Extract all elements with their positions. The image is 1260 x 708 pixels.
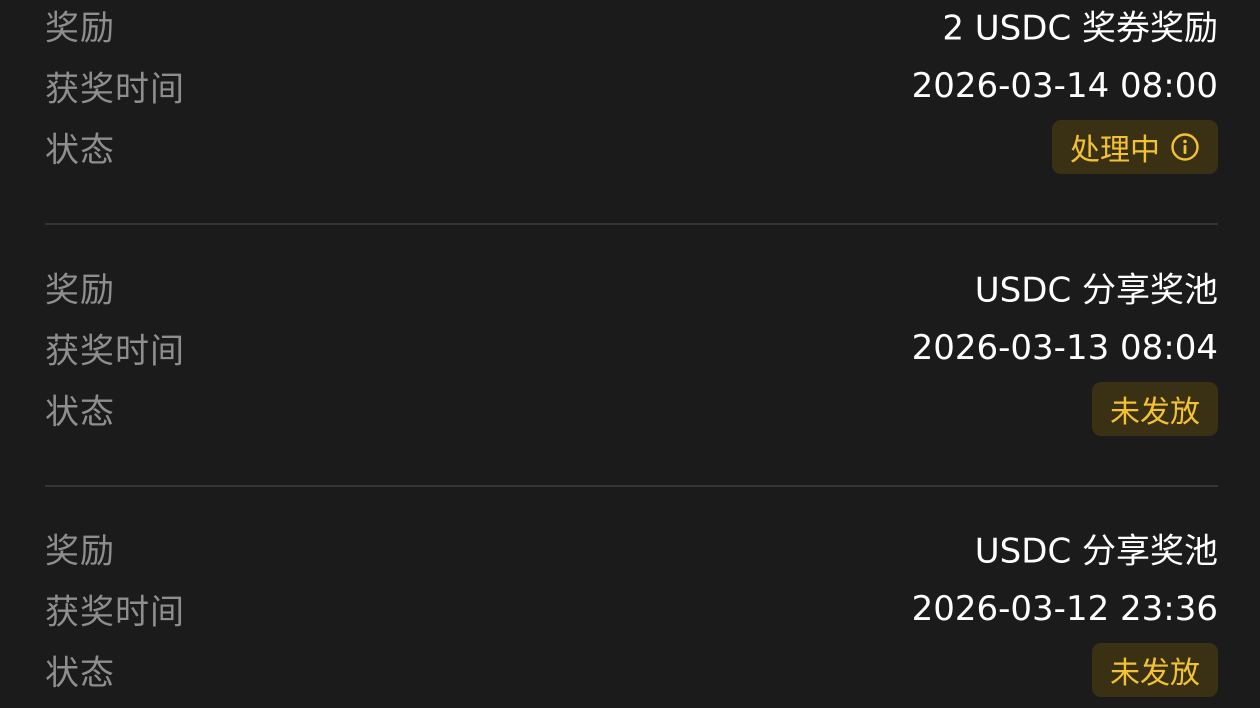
status-label: 状态 xyxy=(45,392,115,432)
status-text: 未发放 xyxy=(1110,655,1200,691)
status-row: 状态 处理中 xyxy=(45,116,1218,177)
reward-value: USDC 分享奖池 xyxy=(974,270,1218,310)
award-time-label: 获奖时间 xyxy=(45,331,185,371)
status-label: 状态 xyxy=(45,130,115,170)
status-text: 未发放 xyxy=(1110,394,1200,430)
reward-record: 奖励 2 USDC 奖券奖励 获奖时间 2026-03-14 08:00 状态 … xyxy=(45,0,1218,177)
reward-label: 奖励 xyxy=(45,8,115,48)
status-row: 状态 未发放 xyxy=(45,378,1218,439)
reward-label: 奖励 xyxy=(45,531,115,571)
award-time-row: 获奖时间 2026-03-12 23:36 xyxy=(45,578,1218,639)
award-time-value: 2026-03-12 23:36 xyxy=(911,588,1218,629)
reward-label: 奖励 xyxy=(45,270,115,310)
reward-row: 奖励 2 USDC 奖券奖励 xyxy=(45,0,1218,55)
status-badge[interactable]: 处理中 xyxy=(1052,119,1218,174)
award-time-label: 获奖时间 xyxy=(45,592,185,632)
award-time-row: 获奖时间 2026-03-14 08:00 xyxy=(45,55,1218,116)
award-time-row: 获奖时间 2026-03-13 08:04 xyxy=(45,317,1218,378)
divider xyxy=(45,223,1218,225)
reward-value: USDC 分享奖池 xyxy=(974,531,1218,571)
award-time-label: 获奖时间 xyxy=(45,69,185,109)
status-badge: 未发放 xyxy=(1092,381,1218,436)
reward-row: 奖励 USDC 分享奖池 xyxy=(45,256,1218,317)
reward-row: 奖励 USDC 分享奖池 xyxy=(45,517,1218,578)
info-icon[interactable] xyxy=(1170,132,1200,162)
status-row: 状态 未发放 xyxy=(45,639,1218,700)
reward-record: 奖励 USDC 分享奖池 获奖时间 2026-03-13 08:04 状态 未发… xyxy=(45,256,1218,439)
reward-value: 2 USDC 奖券奖励 xyxy=(942,8,1218,48)
divider xyxy=(45,485,1218,487)
award-time-value: 2026-03-14 08:00 xyxy=(911,65,1218,106)
award-time-value: 2026-03-13 08:04 xyxy=(911,327,1218,368)
status-badge: 未发放 xyxy=(1092,642,1218,697)
reward-record: 奖励 USDC 分享奖池 获奖时间 2026-03-12 23:36 状态 未发… xyxy=(45,517,1218,700)
status-label: 状态 xyxy=(45,653,115,693)
status-text: 处理中 xyxy=(1070,132,1160,168)
